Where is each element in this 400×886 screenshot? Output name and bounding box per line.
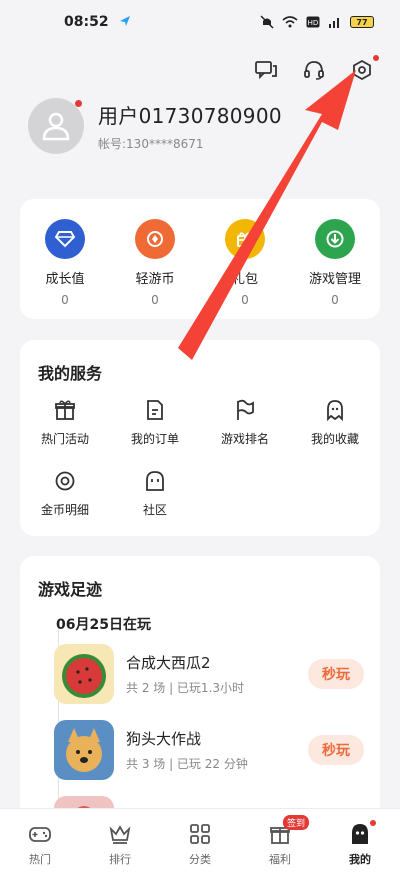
nav-ranking[interactable]: 排行 xyxy=(80,809,160,886)
service-my-orders[interactable]: 我的订单 xyxy=(110,398,200,447)
top-actions xyxy=(252,55,379,84)
nav-label: 排行 xyxy=(109,853,131,866)
service-label: 热门活动 xyxy=(40,432,89,446)
grid-icon xyxy=(187,821,213,847)
wallet-label: 成长值 xyxy=(45,272,85,287)
profile-text: 用户01730780900 帐号:130****8671 xyxy=(98,100,282,152)
game-meta: 共 3 场 | 已玩 22 分钟 xyxy=(126,757,248,771)
wifi-icon xyxy=(282,16,298,28)
username: 用户01730780900 xyxy=(98,104,282,128)
nav-welfare[interactable]: 签到 福利 xyxy=(240,809,320,886)
coin-icon xyxy=(135,219,175,259)
game-meta: 共 2 场 | 已玩1.3小时 xyxy=(126,681,245,695)
flag-icon xyxy=(233,398,257,422)
hd-icon: HD xyxy=(306,16,320,28)
services-title: 我的服务 xyxy=(38,364,103,383)
instant-play-button[interactable]: 秒玩 xyxy=(308,735,364,765)
battery-icon: 77 xyxy=(350,16,374,28)
wallet-row: 成长值 0 轻游币 0 礼包 0 游戏管理 0 xyxy=(20,199,380,307)
avatar-placeholder-icon xyxy=(42,112,70,141)
watermelon-game-thumb xyxy=(54,644,114,704)
diamond-icon xyxy=(45,219,85,259)
instant-play-button[interactable]: 秒玩 xyxy=(308,659,364,689)
wallet-item-game-manage[interactable]: 游戏管理 0 xyxy=(295,219,375,307)
wallet-value: 0 xyxy=(331,293,339,307)
game-row[interactable]: 合成大西瓜2 共 2 场 | 已玩1.3小时 秒玩 xyxy=(54,642,364,706)
nav-label: 分类 xyxy=(189,853,211,866)
community-icon xyxy=(143,469,167,493)
service-community[interactable]: 社区 xyxy=(110,469,200,518)
wallet-item-coins[interactable]: 轻游币 0 xyxy=(115,219,195,307)
history-date: 06月25日在玩 xyxy=(56,617,151,633)
wallet-label: 轻游币 xyxy=(135,272,175,287)
nav-label: 福利 xyxy=(269,853,291,866)
services-grid: 热门活动 我的订单 游戏排名 我的收藏 金币明细 社区 xyxy=(20,398,380,518)
service-hot-activity[interactable]: 热门活动 xyxy=(20,398,110,447)
send-icon xyxy=(119,15,131,30)
game-name: 合成大西瓜2 xyxy=(126,654,211,672)
game-name: 狗头大作战 xyxy=(126,730,202,748)
status-icons: HD 77 xyxy=(260,15,374,29)
wallet-label: 游戏管理 xyxy=(308,272,361,287)
svg-text:HD: HD xyxy=(308,19,319,27)
coin-detail-icon xyxy=(53,469,77,493)
nav-label: 热门 xyxy=(29,853,51,866)
headset-icon[interactable] xyxy=(300,56,328,84)
ghost-icon xyxy=(323,398,347,422)
history-card: 游戏足迹 06月25日在玩 合成大西瓜2 共 2 场 | 已玩1.3小时 秒玩 xyxy=(20,556,380,826)
wallet-value: 0 xyxy=(61,293,69,307)
ghost-icon xyxy=(347,820,376,847)
wallet-item-growth[interactable]: 成长值 0 xyxy=(25,219,105,307)
wallet-value: 0 xyxy=(241,293,249,307)
gift-icon xyxy=(53,398,77,422)
service-label: 社区 xyxy=(142,503,167,517)
game-row[interactable]: 狗头大作战 共 3 场 | 已玩 22 分钟 秒玩 xyxy=(54,718,364,782)
account-number: 帐号:130****8671 xyxy=(98,137,204,151)
game-info: 狗头大作战 共 3 场 | 已玩 22 分钟 xyxy=(126,728,308,772)
settings-red-dot xyxy=(373,55,379,61)
service-coin-detail[interactable]: 金币明细 xyxy=(20,469,110,518)
crown-icon xyxy=(107,821,133,847)
checkin-badge: 签到 xyxy=(283,815,310,830)
avatar[interactable] xyxy=(28,98,84,154)
wallet-card: 成长值 0 轻游币 0 礼包 0 游戏管理 0 xyxy=(20,199,380,319)
game-info: 合成大西瓜2 共 2 场 | 已玩1.3小时 xyxy=(126,652,308,696)
service-label: 游戏排名 xyxy=(220,432,269,446)
service-label: 金币明细 xyxy=(40,503,89,517)
status-time: 08:52 xyxy=(64,14,109,30)
profile-header[interactable]: 用户01730780900 帐号:130****8671 xyxy=(28,98,282,154)
history-title: 游戏足迹 xyxy=(38,580,103,599)
service-label: 我的收藏 xyxy=(310,432,359,446)
service-my-favorites[interactable]: 我的收藏 xyxy=(290,398,380,447)
mute-icon xyxy=(260,15,274,29)
bottom-nav: 热门 排行 分类 签到 福利 我的 xyxy=(0,808,400,886)
gift-icon: 签到 xyxy=(267,815,310,847)
nav-label: 我的 xyxy=(349,853,371,866)
gamepad-icon xyxy=(27,821,53,847)
nav-mine[interactable]: 我的 xyxy=(320,809,400,886)
service-label: 我的订单 xyxy=(130,432,179,446)
avatar-red-dot xyxy=(75,100,82,107)
order-icon xyxy=(143,398,167,422)
signal-icon xyxy=(328,16,342,28)
mine-red-dot xyxy=(370,820,376,826)
services-card: 我的服务 热门活动 我的订单 游戏排名 我的收藏 金币明细 社区 xyxy=(20,340,380,536)
wallet-item-gift-pack[interactable]: 礼包 0 xyxy=(205,219,285,307)
gift-pack-icon xyxy=(225,219,265,259)
wallet-value: 0 xyxy=(151,293,159,307)
status-bar: 08:52 HD 77 xyxy=(0,0,400,44)
download-icon xyxy=(315,219,355,259)
nav-category[interactable]: 分类 xyxy=(160,809,240,886)
settings-icon[interactable] xyxy=(348,55,379,84)
doghead-game-thumb xyxy=(54,720,114,780)
nav-hot[interactable]: 热门 xyxy=(0,809,80,886)
wallet-label: 礼包 xyxy=(231,272,258,287)
message-icon[interactable] xyxy=(252,56,280,84)
service-game-ranking[interactable]: 游戏排名 xyxy=(200,398,290,447)
